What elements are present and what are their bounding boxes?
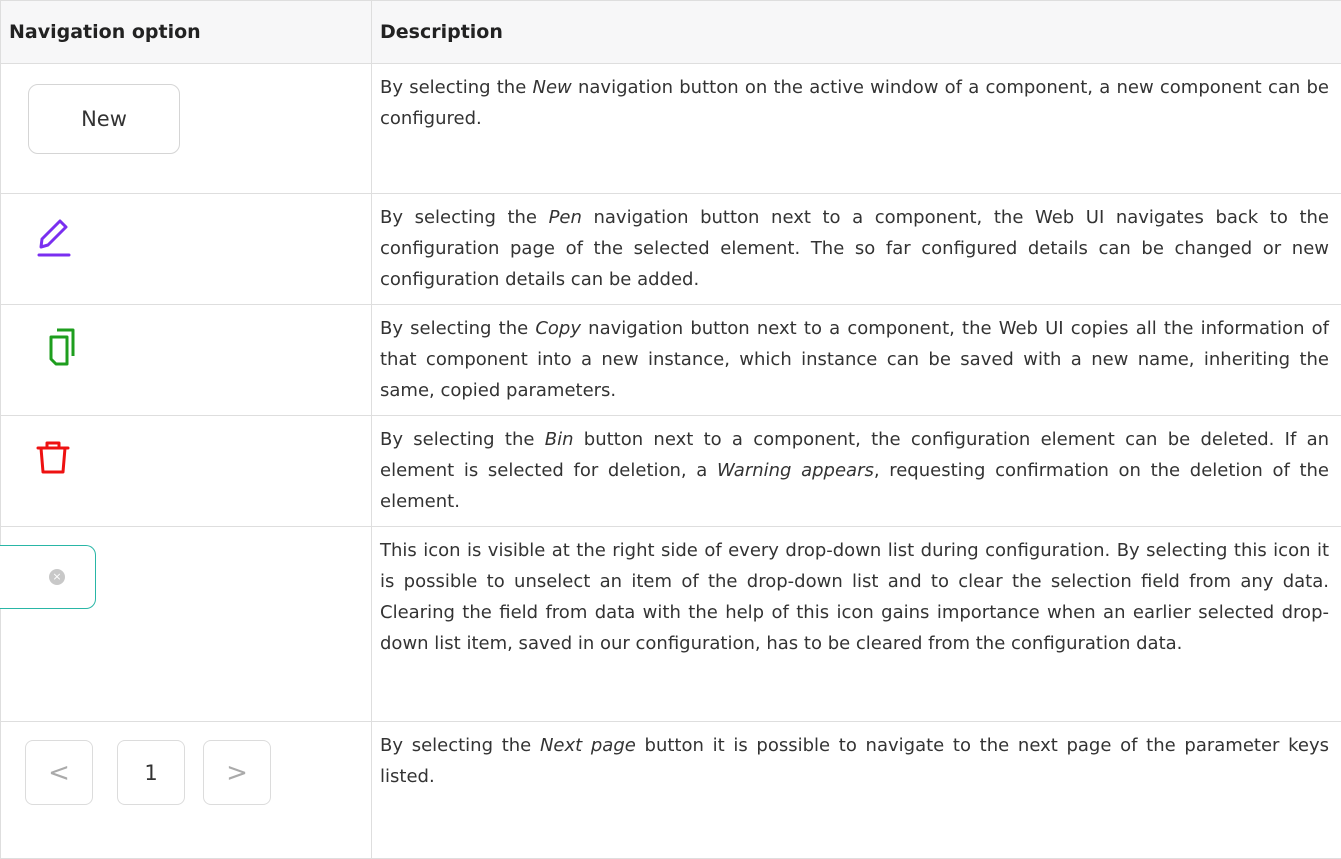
navigation-options-table: Navigation option Description New By sel… xyxy=(0,0,1341,859)
option-cell: < 1 > xyxy=(1,722,372,859)
description-cell: By selecting the Next page button it is … xyxy=(372,722,1341,859)
emphasized-text: Next page xyxy=(540,735,636,756)
description-text: By selecting the xyxy=(380,429,545,450)
table-row: By selecting the Bin button next to a co… xyxy=(1,416,1341,527)
table-row: × This icon is visible at the right side… xyxy=(1,527,1341,722)
description-cell: By selecting the Pen navigation button n… xyxy=(372,194,1341,305)
table-row: New By selecting the New navigation butt… xyxy=(1,64,1341,194)
column-header-navigation-option: Navigation option xyxy=(1,1,372,64)
option-cell xyxy=(1,305,372,416)
description-cell: By selecting the Bin button next to a co… xyxy=(372,416,1341,527)
new-button[interactable]: New xyxy=(28,84,180,154)
description-text: By selecting the xyxy=(380,735,540,756)
pagination: < 1 > xyxy=(15,729,288,813)
description-cell: By selecting the Copy navigation button … xyxy=(372,305,1341,416)
table-header-row: Navigation option Description xyxy=(1,1,1341,64)
description-cell: This icon is visible at the right side o… xyxy=(372,527,1341,722)
dropdown-field: × xyxy=(0,545,96,609)
bin-icon[interactable] xyxy=(31,428,75,490)
emphasized-text: New xyxy=(533,77,572,98)
page-number-button[interactable]: 1 xyxy=(117,740,185,805)
option-cell xyxy=(1,416,372,527)
description-text: By selecting the xyxy=(380,318,535,339)
next-page-button[interactable]: > xyxy=(203,740,271,805)
description-text: By selecting the xyxy=(380,207,549,228)
emphasized-text: Copy xyxy=(535,318,581,339)
emphasized-text: Bin xyxy=(545,429,574,450)
table-row: By selecting the Copy navigation button … xyxy=(1,305,1341,416)
option-cell: × xyxy=(1,527,372,722)
emphasized-text: Pen xyxy=(549,207,582,228)
column-header-description: Description xyxy=(372,1,1341,64)
previous-page-button[interactable]: < xyxy=(25,740,93,805)
table-row: By selecting the Pen navigation button n… xyxy=(1,194,1341,305)
description-text: By selecting the xyxy=(380,77,533,98)
clear-selection-icon[interactable]: × xyxy=(49,569,65,585)
copy-icon[interactable] xyxy=(45,325,79,369)
emphasized-text: Warning appears xyxy=(717,460,874,481)
pen-icon[interactable] xyxy=(22,199,88,272)
option-cell: New xyxy=(1,64,372,194)
table-row: < 1 > By selecting the Next page button … xyxy=(1,722,1341,859)
option-cell xyxy=(1,194,372,305)
description-text: This icon is visible at the right side o… xyxy=(380,540,1329,654)
description-cell: By selecting the New navigation button o… xyxy=(372,64,1341,194)
